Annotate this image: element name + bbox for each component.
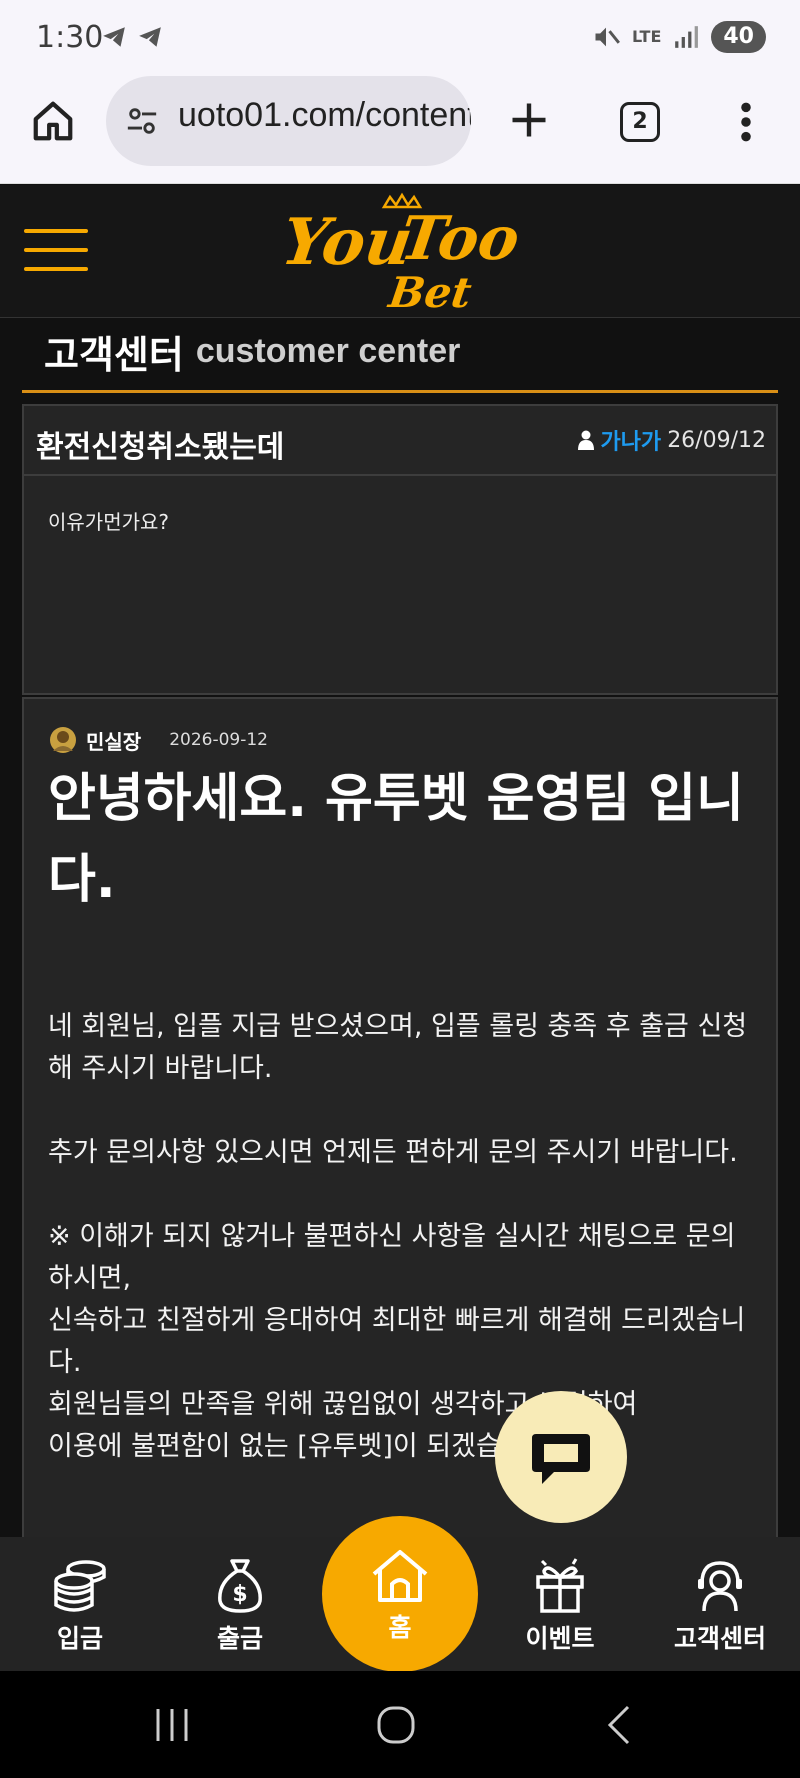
inquiry-title: 환전신청취소됐는데 bbox=[36, 430, 285, 465]
signal-icon bbox=[675, 26, 699, 48]
nav-withdraw[interactable]: $ 출금 bbox=[180, 1555, 300, 1665]
status-time: 1:30 bbox=[36, 20, 104, 55]
page-title-ko: 고객센터 bbox=[44, 332, 184, 377]
nav-home[interactable]: 홈 bbox=[322, 1516, 478, 1672]
agent-avatar-icon bbox=[50, 727, 76, 753]
answer-body: 네 회원님, 입플 지급 받으셨으며, 입플 롤링 충족 후 출금 신청해 주시… bbox=[48, 1006, 760, 1468]
nav-event[interactable]: 이벤트 bbox=[500, 1555, 620, 1665]
inquiry-date: 26/09/12 bbox=[667, 427, 766, 453]
recent-apps-icon[interactable] bbox=[150, 1703, 194, 1747]
answer-title: 안녕하세요. 유투벳 운영팀 입니다. bbox=[48, 769, 744, 910]
home-icon[interactable] bbox=[30, 98, 76, 144]
battery-icon: 40 bbox=[711, 21, 766, 53]
back-icon[interactable] bbox=[598, 1703, 642, 1747]
inquiry-card: 환전신청취소됐는데 가나가 26/09/12 이유가먼가요? bbox=[22, 404, 778, 695]
plus-icon[interactable] bbox=[507, 98, 551, 142]
inquiry-body: 이유가먼가요? bbox=[48, 510, 170, 534]
site-header: You Too Bet bbox=[0, 185, 800, 318]
nav-support[interactable]: 고객센터 bbox=[660, 1555, 780, 1665]
more-vert-icon[interactable] bbox=[736, 100, 756, 144]
coins-icon bbox=[54, 1560, 106, 1612]
svg-text:$: $ bbox=[232, 1582, 247, 1607]
nav-support-label: 고객센터 bbox=[673, 1624, 766, 1653]
nav-home-label: 홈 bbox=[388, 1613, 412, 1642]
telegram-icon bbox=[139, 27, 161, 47]
answer-author: 민실장 bbox=[86, 729, 142, 754]
inquiry-meta: 가나가 26/09/12 bbox=[578, 424, 766, 456]
site-settings-icon[interactable] bbox=[124, 104, 160, 138]
nav-withdraw-label: 출금 bbox=[216, 1624, 263, 1653]
svg-text:Too: Too bbox=[396, 203, 524, 274]
system-home-icon[interactable] bbox=[374, 1703, 418, 1747]
telegram-icon bbox=[103, 27, 125, 47]
lte-icon: LTE bbox=[631, 27, 662, 46]
user-icon bbox=[578, 430, 595, 450]
site-logo[interactable]: You Too Bet bbox=[284, 189, 524, 314]
nav-event-label: 이벤트 bbox=[525, 1624, 595, 1653]
headset-icon bbox=[698, 1561, 742, 1612]
page-title-en: customer center bbox=[195, 331, 461, 370]
answer-paragraph: ※ 이해가 되지 않거나 불편하신 사항을 실시간 채팅으로 문의하시면, bbox=[48, 1221, 736, 1294]
system-nav-bar bbox=[0, 1671, 800, 1778]
answer-paragraph: 추가 문의사항 있으시면 언제든 편하게 문의 주시기 바랍니다. bbox=[48, 1137, 738, 1168]
answer-paragraph: 이용에 불편함이 없는 [유투벳]이 되겠습니다. bbox=[48, 1431, 560, 1462]
gift-icon bbox=[536, 1558, 584, 1613]
answer-date: 2026-09-12 bbox=[169, 730, 268, 750]
title-divider bbox=[22, 390, 778, 393]
answer-paragraph-gap bbox=[48, 1090, 760, 1132]
nav-deposit[interactable]: 입금 bbox=[20, 1555, 140, 1665]
chat-bubble-icon bbox=[532, 1434, 590, 1484]
money-bag-icon: $ bbox=[218, 1559, 262, 1613]
inquiry-author: 가나가 bbox=[600, 430, 662, 455]
answer-meta: 민실장 2026-09-12 bbox=[48, 725, 268, 755]
answer-card: 민실장 2026-09-12 안녕하세요. 유투벳 운영팀 입니다. 네 회원님… bbox=[22, 697, 778, 1537]
address-bar[interactable]: uoto01.com/content bbox=[106, 76, 471, 166]
page-title: 고객센터 customer center bbox=[44, 318, 460, 384]
status-bar: 1:30 LTE 40 bbox=[0, 0, 800, 72]
nav-deposit-label: 입금 bbox=[56, 1624, 103, 1653]
answer-paragraph-gap bbox=[48, 1174, 760, 1216]
svg-text:Bet: Bet bbox=[385, 267, 475, 314]
tabs-icon[interactable]: 2 bbox=[620, 102, 660, 142]
home-icon bbox=[372, 1550, 428, 1602]
answer-paragraph: 회원님들의 만족을 위해 끊임없이 생각하고 노력하여 bbox=[48, 1389, 638, 1420]
answer-paragraph: 네 회원님, 입플 지급 받으셨으며, 입플 롤링 충족 후 출금 신청해 주시… bbox=[48, 1011, 748, 1084]
browser-toolbar: uoto01.com/content 2 bbox=[0, 72, 800, 184]
mute-icon bbox=[595, 27, 620, 47]
url-text[interactable]: uoto01.com/content bbox=[178, 96, 471, 135]
status-indicators: LTE 40 bbox=[592, 20, 766, 54]
live-chat-button[interactable] bbox=[495, 1391, 627, 1523]
inquiry-header: 환전신청취소됐는데 가나가 26/09/12 bbox=[24, 406, 776, 476]
hamburger-menu-icon[interactable] bbox=[22, 225, 90, 275]
answer-paragraph: 신속하고 친절하게 응대하여 최대한 빠르게 해결해 드리겠습니다. bbox=[48, 1305, 746, 1378]
